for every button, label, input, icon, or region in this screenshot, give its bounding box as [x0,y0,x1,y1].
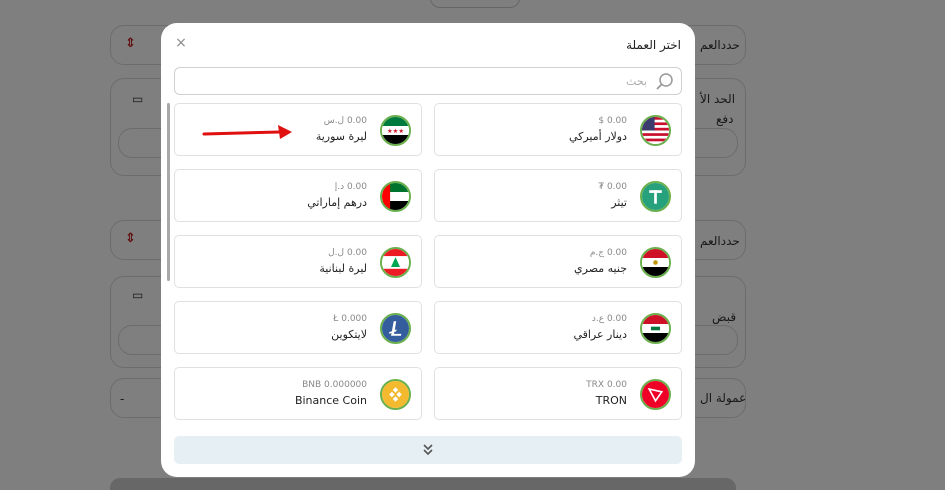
currency-card-usd[interactable]: 0.00 $ دولار أميركي [434,103,682,156]
bnb-icon [380,379,411,410]
currency-name: TRON [595,394,627,407]
currency-name: دولار أميركي [568,130,627,143]
scrollbar[interactable] [167,103,170,281]
currency-card-trx[interactable]: TRX 0.00 TRON [434,367,682,420]
uae-flag-icon [380,181,411,212]
currency-card-bnb[interactable]: BNB 0.000000 Binance Coin [174,367,422,420]
syria-flag-icon: ★★★ [380,115,411,146]
currency-balance: 0.00 ل.ل [328,248,367,258]
currency-balance: BNB 0.000000 [302,380,367,390]
egypt-flag-icon [640,247,671,278]
iraq-flag-icon [640,313,671,344]
show-more-button[interactable] [174,436,682,464]
chevron-double-down-icon [423,444,433,456]
currency-balance: 0.00 ل.س [323,116,367,126]
currency-balance: 0.00 د.إ [334,182,367,192]
currency-name: تيثر [611,196,627,209]
lebanon-flag-icon [380,247,411,278]
currency-balance: 0.00 ج.م [589,248,627,258]
currency-balance: 0.00 ₮ [598,182,627,192]
currency-card-usdt[interactable]: 0.00 ₮ تيثر [434,169,682,222]
tether-icon [640,181,671,212]
currency-name: لايتكوين [331,328,367,341]
currency-name: ليرة لبنانية [319,262,367,275]
tron-icon [640,379,671,410]
currency-picker-modal: اختر العملة × 0.00 $ دولار أميركي [161,23,695,477]
search-box [174,67,682,95]
litecoin-icon [380,313,411,344]
annotation-arrow-icon [202,125,292,139]
currency-balance: 0.00 ع.د [591,314,627,324]
us-flag-icon [640,115,671,146]
search-icon [656,73,673,90]
currency-name: ليرة سورية [315,130,367,143]
currency-card-egp[interactable]: 0.00 ج.م جنيه مصري [434,235,682,288]
close-icon[interactable]: × [173,35,189,51]
currency-name: دينار عراقي [573,328,627,341]
currency-card-aed[interactable]: 0.00 د.إ درهم إماراتي [174,169,422,222]
currency-balance: 0.00 $ [598,116,627,126]
svg-text:★★★: ★★★ [387,128,404,135]
currency-name: جنيه مصري [574,262,627,275]
currency-card-iqd[interactable]: 0.00 ع.د دينار عراقي [434,301,682,354]
currency-card-ltc[interactable]: 0.000 Ł لايتكوين [174,301,422,354]
currency-name: درهم إماراتي [307,196,367,209]
currency-name: Binance Coin [294,394,367,407]
currency-card-lbp[interactable]: 0.00 ل.ل ليرة لبنانية [174,235,422,288]
currency-balance: TRX 0.00 [586,380,627,390]
currency-balance: 0.000 Ł [333,314,367,324]
search-input[interactable] [207,72,647,90]
modal-title: اختر العملة [626,38,681,52]
